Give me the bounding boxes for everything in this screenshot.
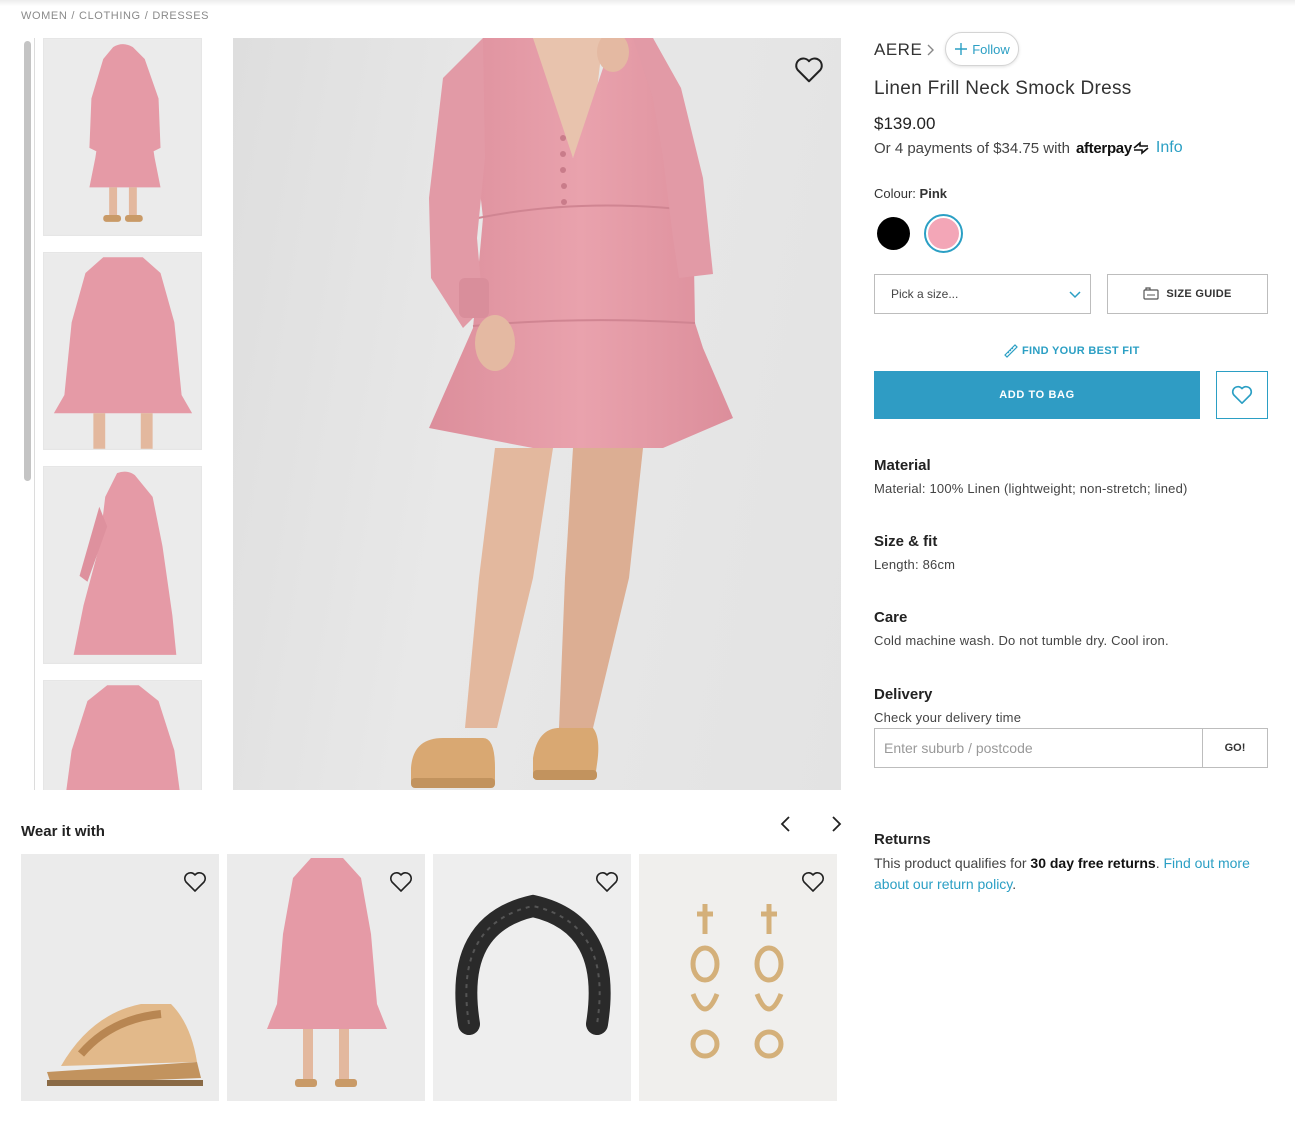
breadcrumb-dresses[interactable]: DRESSES — [152, 10, 209, 22]
carousel-next-arrow-icon[interactable] — [826, 814, 846, 834]
card-heart-icon[interactable] — [183, 871, 207, 893]
afterpay-text: Or 4 payments of $34.75 with — [874, 139, 1070, 157]
brand-chevron-right-icon[interactable] — [924, 42, 936, 58]
afterpay-info-link[interactable]: Info — [1156, 139, 1183, 157]
chevron-down-icon — [1069, 291, 1081, 299]
thumbnail-front[interactable] — [43, 38, 202, 236]
delivery-heading: Delivery — [874, 686, 933, 703]
card-heart-icon[interactable] — [389, 871, 413, 893]
colour-swatch-black[interactable] — [877, 217, 910, 250]
follow-label: Follow — [972, 41, 1010, 57]
wear-it-with-title: Wear it with — [21, 823, 105, 840]
size-fit-heading: Size & fit — [874, 533, 938, 550]
brand-name[interactable]: AERE — [874, 40, 922, 60]
returns-highlight: 30 day free returns — [1030, 855, 1156, 871]
thumbnail-scrollbar-thumb[interactable] — [24, 41, 31, 481]
delivery-go-button[interactable]: GO! — [1202, 728, 1268, 768]
card-heart-icon[interactable] — [801, 871, 825, 893]
afterpay-logo: afterpay — [1075, 139, 1132, 157]
afterpay-arrows-icon — [1133, 141, 1149, 155]
breadcrumb: WOMEN / CLOTHING / DRESSES — [21, 10, 210, 22]
follow-button[interactable]: Follow — [945, 32, 1019, 66]
main-product-image[interactable] — [233, 38, 841, 790]
plus-icon — [955, 43, 968, 55]
size-guide-button[interactable]: SIZE GUIDE — [1107, 274, 1268, 314]
heart-icon — [1231, 385, 1253, 404]
size-guide-label: SIZE GUIDE — [1166, 288, 1232, 300]
thumbnail-list — [43, 38, 202, 790]
thumbnail-closeup[interactable] — [43, 252, 202, 450]
card-heart-icon[interactable] — [595, 871, 619, 893]
delivery-text: Check your delivery time — [874, 710, 1022, 725]
colour-label: Colour: Pink — [874, 186, 948, 201]
breadcrumb-women[interactable]: WOMEN — [21, 10, 67, 22]
returns-heading: Returns — [874, 831, 931, 848]
size-select-placeholder: Pick a size... — [891, 287, 959, 301]
product-price: $139.00 — [874, 114, 936, 133]
thumbnail-back[interactable] — [43, 680, 202, 790]
wear-card-headband[interactable] — [433, 854, 631, 1101]
returns-text: This product qualifies for 30 day free r… — [874, 855, 1250, 892]
find-best-fit-link[interactable]: FIND YOUR BEST FIT — [1003, 343, 1140, 358]
top-shadow-bar — [0, 0, 1295, 6]
wear-card-dress[interactable] — [227, 854, 425, 1101]
care-text: Cold machine wash. Do not tumble dry. Co… — [874, 633, 1169, 648]
ruler-icon — [1004, 344, 1018, 358]
size-fit-text: Length: 86cm — [874, 557, 956, 572]
size-guide-icon — [1143, 287, 1159, 300]
carousel-prev-arrow-icon[interactable] — [776, 814, 796, 834]
add-to-wishlist-button[interactable] — [1216, 371, 1268, 419]
wishlist-heart-icon[interactable] — [794, 56, 824, 84]
breadcrumb-clothing[interactable]: CLOTHING — [79, 10, 141, 22]
find-best-fit-label: FIND YOUR BEST FIT — [1022, 344, 1140, 357]
colour-swatch-pink[interactable] — [928, 218, 959, 249]
add-to-bag-button[interactable]: ADD TO BAG — [874, 371, 1200, 419]
wear-card-earrings[interactable] — [639, 854, 837, 1101]
product-title: Linen Frill Neck Smock Dress — [874, 78, 1132, 99]
afterpay-line: Or 4 payments of $34.75 with afterpay In… — [874, 139, 1183, 157]
thumbnail-side[interactable] — [43, 466, 202, 664]
wear-card-sandal[interactable] — [21, 854, 219, 1101]
size-select[interactable]: Pick a size... — [874, 274, 1091, 314]
care-heading: Care — [874, 609, 908, 626]
postcode-input[interactable]: Enter suburb / postcode — [874, 728, 1203, 768]
material-heading: Material — [874, 457, 931, 474]
material-text: Material: 100% Linen (lightweight; non-s… — [874, 481, 1188, 496]
colour-value: Pink — [919, 186, 948, 201]
